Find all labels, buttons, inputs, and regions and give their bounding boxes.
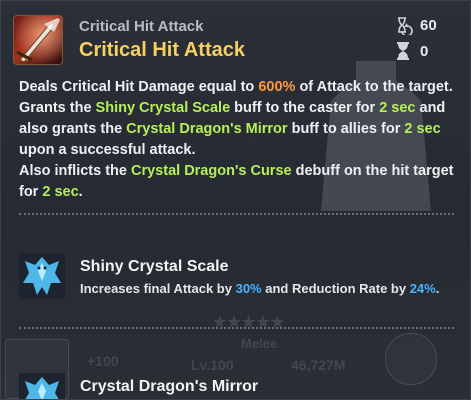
description-text: buff to allies for — [287, 121, 405, 137]
description-text: and — [415, 100, 446, 116]
description-line: Grants the Shiny Crystal Scale buff to t… — [19, 98, 459, 119]
background-power-label: 46,727M — [291, 357, 346, 373]
description-text: buff to the caster for — [230, 100, 380, 116]
buff-value: 30% — [235, 281, 262, 296]
background-level-label: Lv.100 — [191, 357, 234, 373]
description-line: Deals Critical Hit Damage equal to 600% … — [19, 77, 459, 98]
description-text: . — [78, 184, 83, 200]
description-text: Deals Critical Hit Damage equal to — [19, 79, 259, 95]
description-line: also grants the Crystal Dragon's Mirror … — [19, 119, 459, 140]
skill-description: Deals Critical Hit Damage equal to 600% … — [19, 77, 459, 203]
buff-name: Shiny Crystal Scale — [80, 258, 229, 275]
cooldown-stat: 60 — [393, 15, 437, 35]
cost-value: 0 — [420, 42, 429, 60]
skill-title: Critical Hit Attack — [79, 39, 245, 61]
background-plus-label: +100 — [87, 353, 119, 369]
buff-description-text: . — [435, 281, 440, 296]
crystal-dragon-icon — [19, 373, 65, 399]
debuff-name-highlight: Crystal Dragon's Curse — [131, 163, 292, 179]
description-text: debuff on the hit target — [291, 163, 454, 179]
description-text: of Attack to the target. — [295, 79, 453, 95]
section-divider — [19, 213, 454, 215]
buff-description: Increases final Attack by 30% and Reduct… — [80, 281, 439, 296]
description-line: for 2 sec. — [19, 182, 459, 203]
hourglass-icon — [397, 42, 409, 60]
buff-description-text: Increases final Attack by — [80, 281, 236, 296]
description-text: Grants the — [19, 100, 96, 116]
background-slot-right — [385, 333, 437, 385]
description-line: Also inflicts the Crystal Dragon's Curse… — [19, 161, 459, 182]
description-text: Also inflicts the — [19, 163, 131, 179]
buff-name-highlight: Shiny Crystal Scale — [95, 100, 231, 116]
damage-percent-value: 600% — [258, 79, 296, 95]
crossed-swords-icon — [14, 16, 62, 64]
buff-description-text: and Reduction Rate by — [261, 281, 410, 296]
cooldown-value: 60 — [420, 16, 437, 34]
duration-value: 2 sec — [42, 184, 79, 200]
duration-value: 2 sec — [379, 100, 416, 116]
duration-value: 2 sec — [404, 121, 441, 137]
buff-name: Crystal Dragon's Mirror — [80, 378, 259, 395]
hourglass-arrow-icon — [398, 17, 413, 35]
crystal-dragon-icon — [19, 253, 65, 299]
buff-value: 24% — [409, 281, 436, 296]
cost-stat: 0 — [393, 41, 428, 61]
background-melee-label: Melee — [241, 336, 278, 351]
section-divider — [19, 327, 454, 329]
description-line: upon a successful attack. — [19, 142, 196, 158]
skill-icon — [13, 15, 63, 65]
buff-name-highlight: Crystal Dragon's Mirror — [126, 121, 288, 137]
skill-subtitle: Critical Hit Attack — [79, 18, 204, 35]
description-text: also grants the — [19, 121, 127, 137]
skill-tooltip: ★★★★★ Melee +100 Lv.100 46,727M Critical… — [0, 0, 471, 400]
description-text: for — [19, 184, 43, 200]
